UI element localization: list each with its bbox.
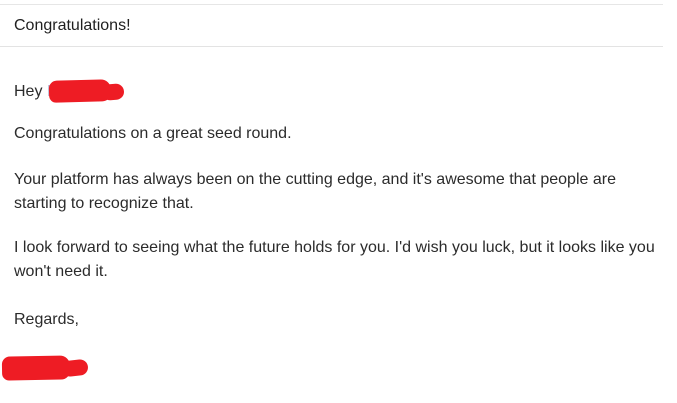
top-divider xyxy=(0,4,663,5)
signature-line: J y xyxy=(1,354,662,381)
email-subject: Congratulations! xyxy=(14,17,131,34)
greeting-prefix: Hey xyxy=(14,83,43,100)
email-message: Congratulations! Hey M, Congratulations … xyxy=(0,0,677,403)
subject-divider xyxy=(0,46,663,47)
redaction-mark-signature-tail xyxy=(61,358,89,378)
greeting-line: Hey M, xyxy=(14,79,662,104)
body-paragraph-3: I look forward to seeing what the future… xyxy=(14,239,655,280)
closing-line: Regards, xyxy=(14,311,79,328)
body-paragraph-2: Your platform has always been on the cut… xyxy=(14,171,616,212)
body-paragraph-1: Congratulations on a great seed round. xyxy=(14,125,292,142)
redaction-mark-signature xyxy=(1,355,71,381)
redaction-mark-recipient-tail xyxy=(101,83,125,101)
